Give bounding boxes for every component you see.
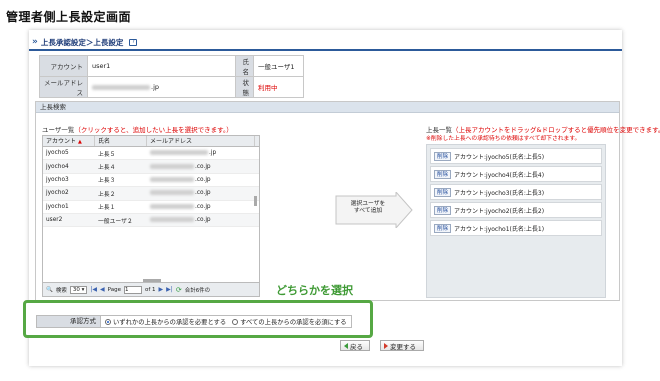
user-grid: アカウント ▲ 氏名 メールアドレス jyocho5 上長５ .jp jyoch…	[42, 135, 260, 297]
boss-item-label: アカウント:jyocho1(氏名:上長1)	[454, 225, 545, 233]
boss-item-label: アカウント:jyocho5(氏名:上長5)	[454, 153, 545, 161]
grid-body: jyocho5 上長５ .jp jyocho4 上長４ .co.jp jyoch…	[43, 147, 259, 228]
status-value: 利用中	[253, 76, 304, 98]
row-account: jyocho3	[46, 176, 69, 183]
row-email: .co.jp	[147, 190, 255, 196]
approval-all-radio[interactable]: すべての上長からの承認を必須にする	[232, 317, 347, 326]
row-email: .co.jp	[147, 203, 255, 210]
column-email[interactable]: メールアドレス	[147, 136, 255, 146]
row-name: 上長３	[98, 178, 116, 185]
boss-item-label: アカウント:jyocho2(氏名:上長2)	[454, 207, 545, 215]
list-item[interactable]: 削除 アカウント:jyocho3(氏名:上長3)	[430, 184, 602, 200]
table-row[interactable]: jyocho1 上長１ .co.jp	[43, 201, 259, 214]
row-email: .co.jp	[147, 163, 255, 170]
help-icon[interactable]: ?	[129, 38, 138, 46]
pager: 🔍 検索 30 ▾ |◀ ◀ Page 1 of 1 ▶ ▶| ⟳ 合計6件の	[43, 282, 259, 296]
boss-list: 削除 アカウント:jyocho5(氏名:上長5) 削除 アカウント:jyocho…	[426, 144, 606, 298]
list-item[interactable]: 削除 アカウント:jyocho2(氏名:上長2)	[430, 202, 602, 218]
breadcrumb-arrows-icon: »	[32, 37, 38, 47]
row-name: 上長５	[98, 151, 116, 158]
status-label: 状態	[235, 76, 254, 98]
page-label: Page	[107, 286, 121, 293]
list-item[interactable]: 削除 アカウント:jyocho4(氏名:上長4)	[430, 166, 602, 182]
radio-unchecked-icon	[232, 319, 239, 325]
total-count: 合計6件の	[184, 287, 211, 294]
row-name: 上長２	[98, 191, 116, 198]
list-item[interactable]: 削除 アカウント:jyocho5(氏名:上長5)	[430, 148, 602, 164]
table-row[interactable]: jyocho3 上長３ .co.jp	[43, 174, 259, 188]
prev-page-icon[interactable]: ◀	[100, 286, 105, 293]
change-button[interactable]: 変更する	[380, 340, 424, 351]
page-of-label: of 1	[144, 286, 156, 293]
table-row[interactable]: jyocho5 上長５ .jp	[43, 147, 259, 161]
refresh-icon[interactable]: ⟳	[176, 286, 182, 294]
back-arrow-icon	[344, 342, 348, 349]
approval-method-label: 承認方式	[37, 316, 101, 327]
grid-header: アカウント ▲ 氏名 メールアドレス	[43, 136, 259, 147]
row-email: .co.jp	[147, 176, 255, 183]
user-list-title: ユーザ一覧	[42, 126, 75, 134]
list-item[interactable]: 削除 アカウント:jyocho1(氏名:上長1)	[430, 220, 602, 236]
boss-item-label: アカウント:jyocho4(氏名:上長4)	[454, 171, 545, 179]
email-suffix: .jp	[151, 83, 159, 91]
approval-method-highlight: 承認方式 いずれかの上長からの承認を必要とする すべての上長からの承認を必須にす…	[23, 300, 373, 338]
choose-one-note: どちらかを選択	[276, 284, 353, 297]
search-header: 上長検索	[36, 102, 619, 113]
row-email: .jp	[147, 150, 255, 156]
account-value: user1	[87, 55, 236, 77]
row-account: jyocho1	[46, 203, 69, 210]
last-page-icon[interactable]: ▶|	[166, 286, 173, 293]
pager-search-label[interactable]: 検索	[56, 286, 67, 294]
row-account: jyocho5	[46, 150, 69, 157]
name-label: 氏名	[235, 55, 254, 77]
delete-button[interactable]: 削除	[434, 151, 452, 161]
table-row[interactable]: jyocho4 上長４ .co.jp	[43, 160, 259, 174]
row-name: 上長１	[98, 205, 116, 212]
user-list-caption: ユーザ一覧（クリックすると、追加したい上長を選択できます。）	[42, 124, 233, 134]
row-name: 上長４	[98, 165, 116, 172]
row-account: user2	[46, 217, 63, 224]
grid-vertical-scrollbar[interactable]	[254, 196, 257, 206]
email-label: メールアドレス	[39, 76, 88, 98]
delete-button[interactable]: 削除	[434, 223, 452, 233]
add-all-label: 選択ユーザを すべて追加	[350, 201, 386, 214]
add-all-button[interactable]: 選択ユーザを すべて追加	[334, 192, 414, 228]
email-value: .jp	[87, 76, 236, 98]
per-page-select[interactable]: 30 ▾	[69, 285, 88, 294]
page-heading: 管理者側上長設定画面	[6, 10, 132, 24]
back-button[interactable]: 戻る	[340, 340, 370, 351]
breadcrumb-text: 上長承認設定＞上長設定	[40, 37, 124, 47]
approval-method-row: 承認方式 いずれかの上長からの承認を必要とする すべての上長からの承認を必須にす…	[36, 315, 352, 328]
first-page-icon[interactable]: |◀	[90, 286, 97, 293]
boss-item-label: アカウント:jyocho3(氏名:上長3)	[454, 189, 545, 197]
boss-delete-note: ※削除した上長への承認待ちの依頼はすべて却下されます。	[426, 136, 581, 142]
delete-button[interactable]: 削除	[434, 187, 452, 197]
next-page-icon[interactable]: ▶	[159, 286, 164, 293]
delete-button[interactable]: 削除	[434, 205, 452, 215]
delete-button[interactable]: 削除	[434, 169, 452, 179]
user-info-table: アカウント user1 氏名 一般ユーザ1 メールアドレス .jp 状態 利用中	[39, 55, 304, 98]
column-name[interactable]: 氏名	[95, 136, 147, 146]
breadcrumb: » 上長承認設定＞上長設定 ?	[29, 35, 622, 51]
row-name: 一般ユーザ２	[98, 218, 133, 225]
name-value: 一般ユーザ1	[253, 55, 304, 77]
column-account[interactable]: アカウント ▲	[43, 136, 95, 146]
search-icon[interactable]: 🔍	[46, 287, 53, 293]
account-label: アカウント	[39, 55, 88, 77]
table-row[interactable]: user2 一般ユーザ２ .co.jp	[43, 213, 259, 228]
table-row[interactable]: jyocho2 上長２ .co.jp	[43, 187, 259, 201]
sort-asc-icon: ▲	[77, 139, 82, 145]
radio-checked-icon	[105, 319, 111, 325]
row-account: jyocho4	[46, 163, 69, 170]
approval-any-radio[interactable]: いずれかの上長からの承認を必要とする	[105, 317, 226, 326]
forward-arrow-icon	[384, 342, 388, 349]
row-email: .co.jp	[147, 217, 255, 223]
row-account: jyocho2	[46, 190, 69, 197]
approval-method-options: いずれかの上長からの承認を必要とする すべての上長からの承認を必須にする	[101, 316, 351, 327]
boss-search-section: 上長検索 ユーザ一覧（クリックすると、追加したい上長を選択できます。） アカウン…	[35, 101, 660, 301]
page-input[interactable]: 1	[123, 285, 142, 294]
user-list-hint: （クリックすると、追加したい上長を選択できます。）	[74, 126, 233, 134]
